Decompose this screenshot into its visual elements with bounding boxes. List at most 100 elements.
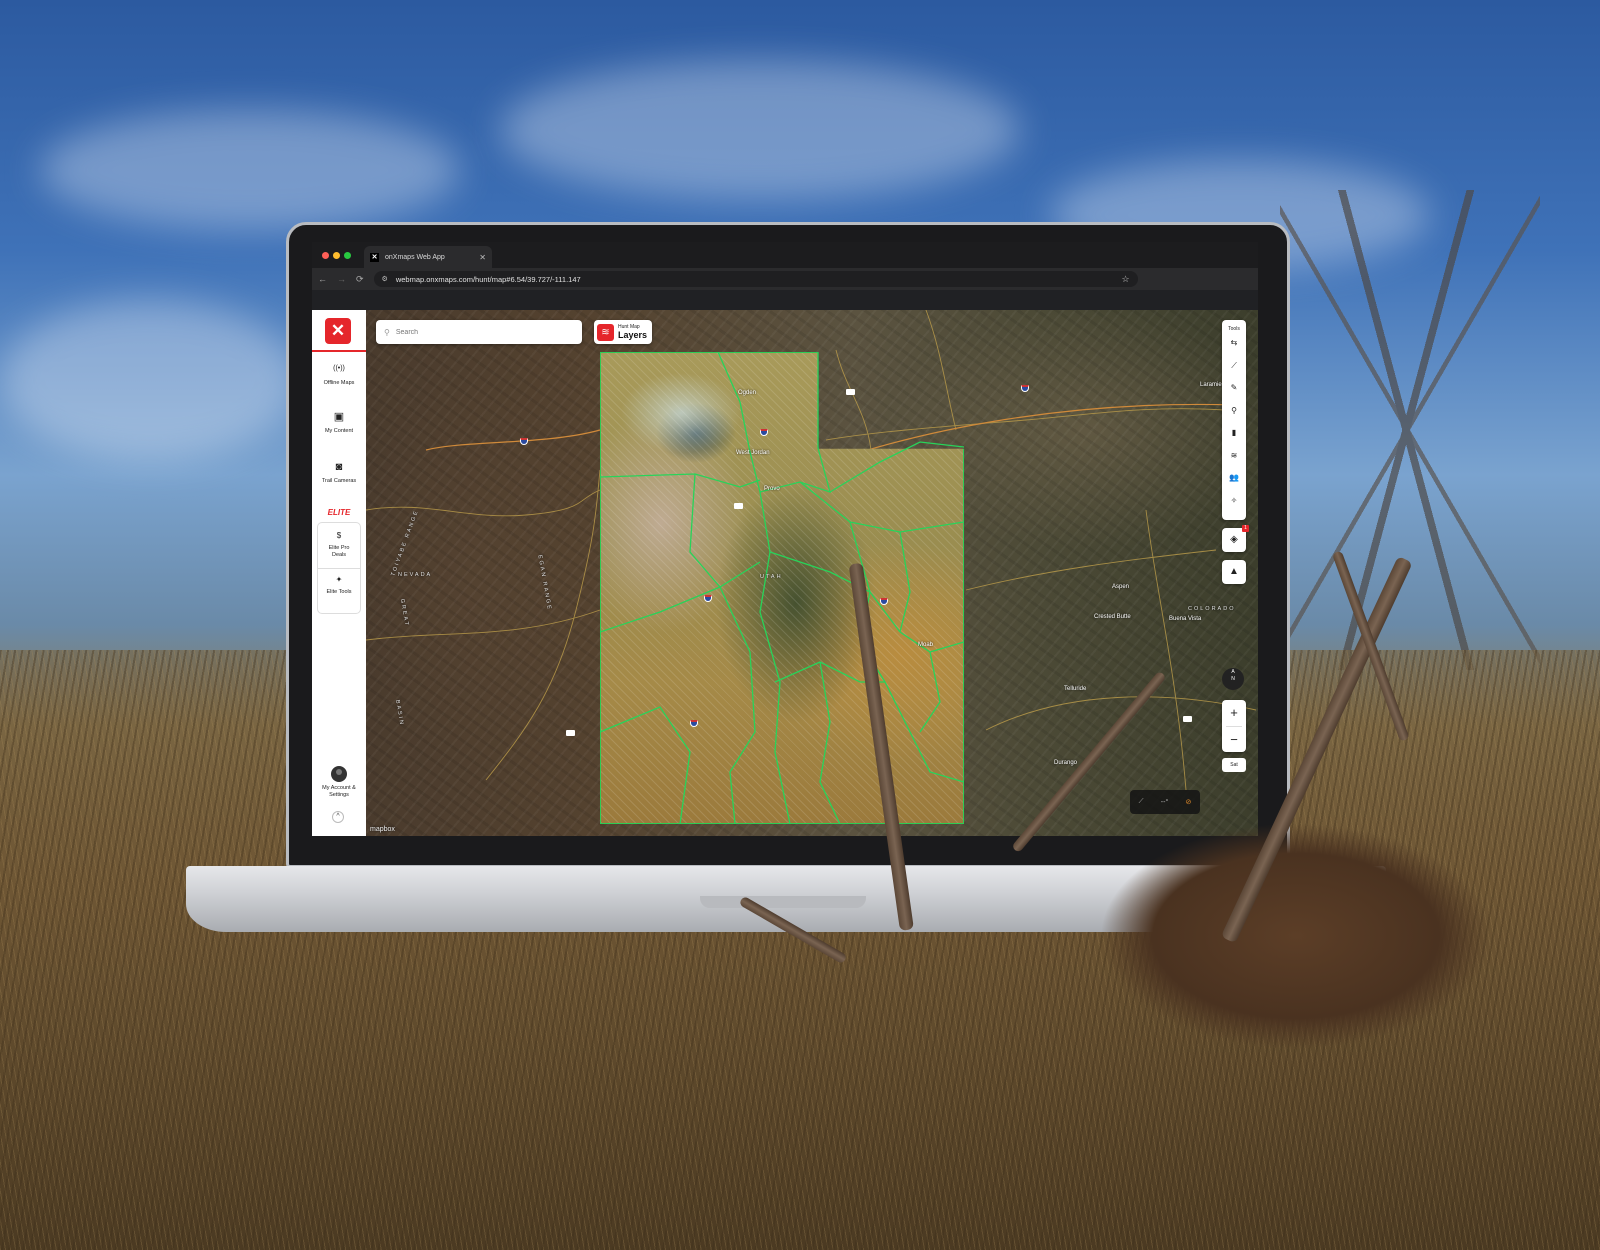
unit-boundary <box>919 651 941 733</box>
dollar-circle-icon: $ <box>336 531 342 540</box>
zoom-in-button[interactable]: + <box>1222 700 1246 726</box>
onx-logo[interactable]: ✕ <box>325 318 351 344</box>
sidebar-item-my-account[interactable]: My Account & Settings <box>312 766 366 799</box>
forward-button[interactable]: → <box>337 274 346 284</box>
city-label-ogden: Ogden <box>738 390 757 396</box>
compass-n: N <box>1231 676 1235 682</box>
us-highway-shield <box>566 730 575 736</box>
satellite-icon[interactable]: ✧ <box>1222 490 1246 513</box>
sidebar-item-trail-cameras[interactable]: ◙ Trail Cameras <box>312 460 366 485</box>
avatar <box>331 766 347 782</box>
hunt-map-layers-button[interactable]: ≋ Hunt Map Layers <box>594 320 652 344</box>
zoom-out-button[interactable]: − <box>1222 727 1246 753</box>
elite-tools-icon: ✦ <box>335 575 343 584</box>
browser-tab-bar: ✕ onXmaps Web App ✕ <box>312 242 1258 268</box>
compass-button[interactable]: A N <box>1222 668 1244 690</box>
unit-boundary <box>600 706 691 824</box>
unit-boundary <box>717 352 791 824</box>
maximize-window-button[interactable] <box>344 252 351 259</box>
city-label-crested-butte: Crested Butte <box>1094 614 1131 620</box>
sidebar-item-offline-maps[interactable]: ((•)) Offline Maps <box>312 362 366 387</box>
browser-tab[interactable]: ✕ onXmaps Web App ✕ <box>364 246 492 268</box>
terrain-icon: ▲ <box>1229 566 1239 577</box>
close-window-button[interactable] <box>322 252 329 259</box>
unit-boundary <box>689 473 761 588</box>
unit-boundary <box>829 441 964 493</box>
bookmark-star-icon[interactable]: ☆ <box>1121 274 1129 285</box>
tab-close-icon[interactable]: ✕ <box>479 253 486 262</box>
state-label-nevada: NEVADA <box>398 572 433 578</box>
search-icon: ⚲ <box>384 327 390 337</box>
3d-view-icon: ◈ <box>1230 534 1238 545</box>
laptop-screen: ✕ onXmaps Web App ✕ ← → ⟳ ⚙ webmap.onxma… <box>312 242 1258 836</box>
url-field[interactable]: ⚙ webmap.onxmaps.com/hunt/map#6.54/39.72… <box>373 271 1138 287</box>
city-label-laramie: Laramie <box>1200 382 1222 388</box>
notification-badge: 1 <box>1242 525 1249 532</box>
group-icon[interactable]: 👥 <box>1222 467 1246 490</box>
state-label-colorado: COLORADO <box>1188 606 1236 612</box>
unit-boundary <box>600 586 721 633</box>
waypoint-icon[interactable]: ⚲ <box>1222 400 1246 423</box>
road <box>366 489 601 517</box>
offline-signal-icon: ((•)) <box>333 365 345 372</box>
folder-icon: ▣ <box>333 411 345 423</box>
unit-boundary <box>719 586 756 824</box>
draw-icon[interactable]: ✎ <box>1222 377 1246 400</box>
address-bar-row: ← → ⟳ ⚙ webmap.onxmaps.com/hunt/map#6.54… <box>312 268 1258 290</box>
city-label-west-jordan: West Jordan <box>736 450 770 456</box>
back-button[interactable]: ← <box>318 274 327 284</box>
layers-icon: ≋ <box>597 323 614 341</box>
map-canvas[interactable]: Ogden West Jordan Provo UTAH NEVADA COLO… <box>366 310 1258 836</box>
zoom-control: + − <box>1222 700 1246 752</box>
site-info-icon[interactable]: ⚙ <box>382 275 388 283</box>
logo-divider <box>312 350 366 352</box>
unit-boundary <box>899 531 911 633</box>
sidebar-item-label: Elite Tools <box>326 589 352 595</box>
layers-title: Layers <box>618 330 648 340</box>
sidebar: ✕ ((•)) Offline Maps ▣ My Content ◙ Trai… <box>312 310 366 836</box>
city-label-telluride: Telluride <box>1064 686 1087 692</box>
wind-icon[interactable]: ≋ <box>1222 445 1246 468</box>
search-input[interactable] <box>395 328 574 336</box>
unit-boundary <box>819 661 841 824</box>
reload-button[interactable]: ⟳ <box>356 274 364 285</box>
sidebar-item-my-content[interactable]: ▣ My Content <box>312 410 366 435</box>
state-label-utah: UTAH <box>760 574 783 580</box>
trail-camera-icon: ◙ <box>335 461 343 473</box>
mapbox-attribution: mapbox <box>370 826 395 833</box>
unit-boundary <box>759 352 831 494</box>
us-highway-shield <box>734 503 743 509</box>
route-icon[interactable]: ⇆ <box>1222 332 1246 355</box>
us-highway-shield <box>846 389 855 395</box>
sidebar-item-elite-pro-deals[interactable]: $ Elite Pro Deals <box>312 529 366 559</box>
terrain-button[interactable]: ▲ <box>1222 560 1246 584</box>
sidebar-item-label: Offline Maps <box>323 380 355 386</box>
unit-boundary <box>799 481 964 533</box>
road <box>965 549 1217 591</box>
city-label-aspen: Aspen <box>1112 584 1130 590</box>
onx-favicon-icon: ✕ <box>370 252 379 262</box>
3d-view-button[interactable]: ◈ 1 <box>1222 525 1249 552</box>
url-text[interactable]: webmap.onxmaps.com/hunt/map#6.54/39.727/… <box>396 275 1114 284</box>
sidebar-item-elite-tools[interactable]: ✦ Elite Tools <box>312 573 366 596</box>
laptop-notch <box>700 896 866 908</box>
city-label-buena-vista: Buena Vista <box>1169 616 1202 622</box>
minimize-window-button[interactable] <box>333 252 340 259</box>
tab-title: onXmaps Web App <box>385 253 445 261</box>
cloud <box>40 110 460 230</box>
elite-menu: $ Elite Pro Deals ✦ Elite Tools <box>317 522 361 614</box>
cloud <box>500 60 1020 200</box>
collapse-sidebar-button[interactable]: ^ <box>332 811 344 823</box>
unit-boundary <box>600 473 761 488</box>
search-bar[interactable]: ⚲ <box>376 320 582 344</box>
compass-a: A <box>1231 669 1235 675</box>
onx-web-app: ✕ ((•)) Offline Maps ▣ My Content ◙ Trai… <box>312 310 1258 836</box>
tools-panel: Tools ⇆ ⟋ ✎ ⚲ ▮ ≋ 👥 ✧ <box>1222 320 1246 520</box>
interstate <box>425 429 601 451</box>
elite-divider <box>318 568 360 569</box>
road <box>1145 509 1187 791</box>
sidebar-item-label: Elite Pro Deals <box>328 545 350 558</box>
track-icon[interactable]: ⟋ <box>1222 355 1246 378</box>
camera-icon[interactable]: ▮ <box>1222 422 1246 445</box>
city-label-moab: Moab <box>918 642 934 648</box>
